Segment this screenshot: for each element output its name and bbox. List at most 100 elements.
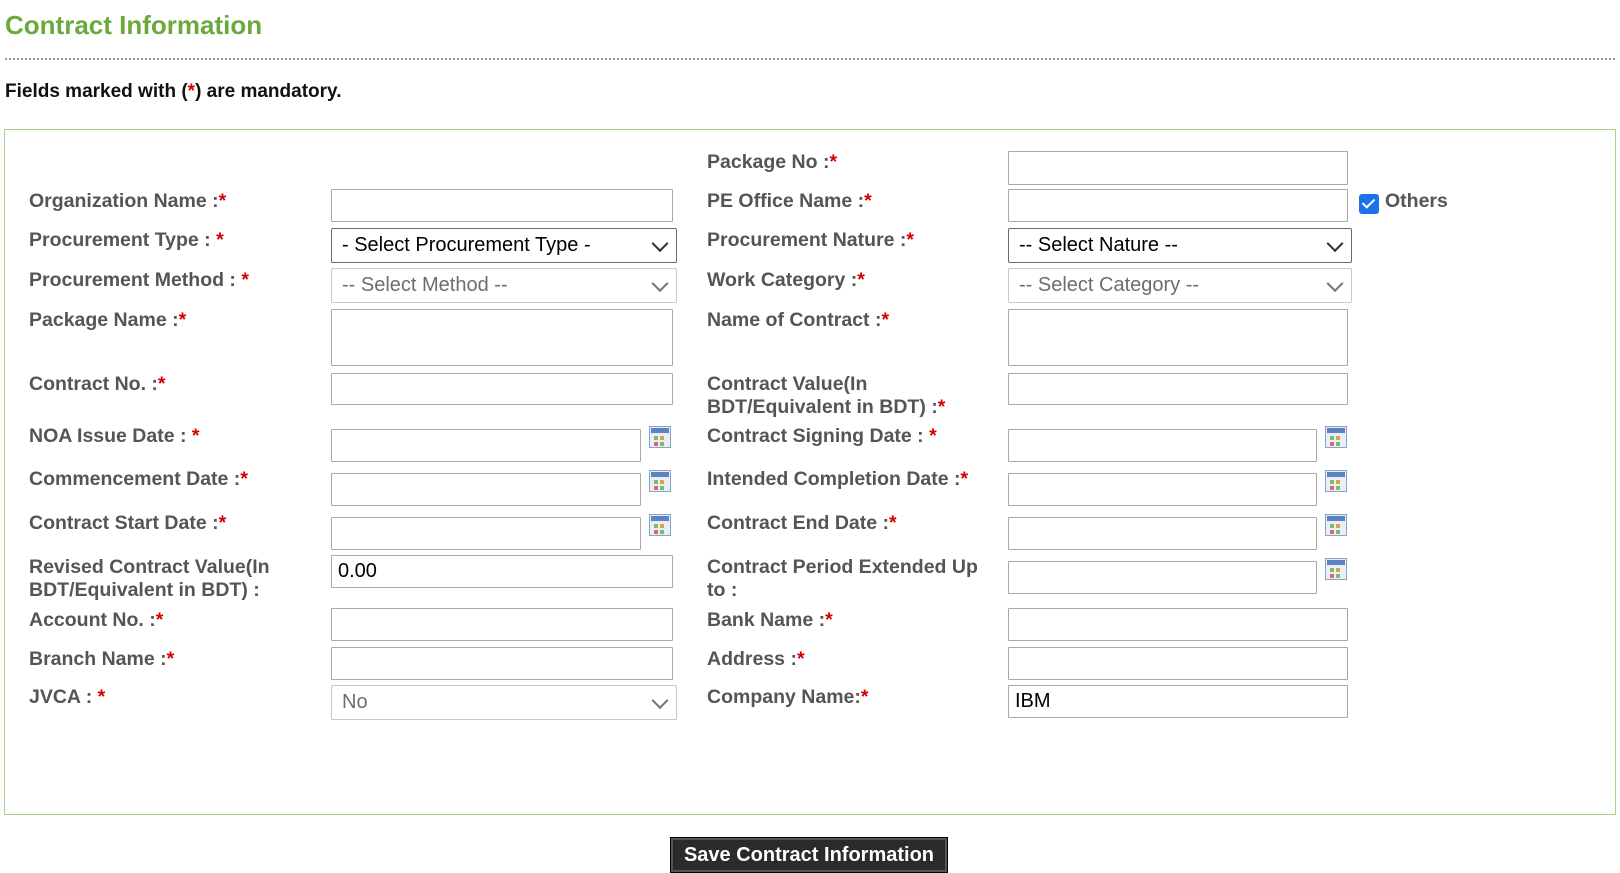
package-name-textarea[interactable] [331,309,673,366]
calendar-icon[interactable] [649,470,671,492]
procurement-nature-select[interactable]: -- Select Nature -- [1008,228,1352,263]
organization-name-input[interactable] [331,189,673,222]
calendar-cell [660,530,664,534]
revised-contract-value-label: Revised Contract Value(In BDT/Equivalent … [29,556,270,602]
package-no-input[interactable] [1008,151,1348,185]
contract-end-date-label-text: Contract End Date : [707,512,890,534]
procurement-type-label-text: Procurement Type : [29,229,217,251]
procurement-method-select[interactable]: -- Select Method -- [331,268,677,303]
calendar-cell [1336,524,1340,528]
noa-issue-date-input[interactable] [331,429,641,462]
work-category-select[interactable]: -- Select Category -- [1008,268,1352,303]
calendar-cell [1336,574,1340,578]
contract-period-extended-input[interactable] [1008,561,1317,594]
required-mark: * [860,686,869,708]
chevron-down-icon [1326,274,1344,292]
required-mark: * [796,648,805,670]
package-name-label-text: Package Name : [29,309,179,331]
contract-signing-date-label-text: Contract Signing Date : [707,425,930,447]
calendar-icon[interactable] [1325,514,1347,536]
intended-completion-date-label: Intended Completion Date :* [707,468,968,491]
procurement-method-selected: -- Select Method -- [342,274,508,296]
contract-period-extended-label-line1: Contract Period Extended Up [707,556,978,578]
required-mark: * [241,269,249,291]
address-label-text: Address : [707,648,797,670]
contract-no-label-text: Contract No. : [29,373,158,395]
contract-start-date-input[interactable] [331,517,641,550]
calendar-cell [654,486,658,490]
package-name-label: Package Name :* [29,309,186,332]
bank-name-input[interactable] [1008,608,1348,641]
pe-office-name-label-text: PE Office Name : [707,190,865,212]
jvca-select[interactable]: No [331,685,677,720]
calendar-header [1327,560,1345,565]
contract-value-label-line2: BDT/Equivalent in BDT) : [707,396,938,418]
required-mark: * [906,229,914,251]
calendar-cell [654,480,658,484]
calendar-icon[interactable] [1325,426,1347,448]
account-no-label: Account No. :* [29,609,163,632]
commencement-date-input[interactable] [331,473,641,506]
calendar-header [651,472,669,477]
required-mark: * [166,648,175,670]
calendar-cell [1330,524,1334,528]
calendar-cell [660,436,664,440]
page-title: Contract Information [5,10,263,40]
mandatory-note-suffix: ) are mandatory. [195,81,342,102]
contract-period-extended-label: Contract Period Extended Up to : [707,556,978,602]
mandatory-note-star: * [187,81,196,102]
calendar-cell [1330,442,1334,446]
save-contract-information-button[interactable]: Save Contract Information [670,837,948,873]
contract-start-date-label: Contract Start Date :* [29,512,226,535]
procurement-type-select[interactable]: - Select Procurement Type - [331,228,677,263]
branch-name-input[interactable] [331,647,673,680]
calendar-cell [1336,480,1340,484]
calendar-icon[interactable] [649,426,671,448]
calendar-icon[interactable] [1325,558,1347,580]
pe-office-name-input[interactable] [1008,189,1348,222]
required-mark: * [97,686,106,708]
name-of-contract-label-text: Name of Contract : [707,309,882,331]
procurement-method-label-text: Procurement Method : [29,269,242,291]
name-of-contract-textarea[interactable] [1008,309,1348,366]
address-input[interactable] [1008,647,1348,680]
package-no-label: Package No :* [707,151,837,174]
procurement-method-label: Procurement Method : * [29,269,249,292]
account-no-input[interactable] [331,608,673,641]
calendar-cell [654,442,658,446]
others-checkbox[interactable] [1359,194,1379,214]
procurement-type-label: Procurement Type : * [29,229,224,252]
company-name-label: Company Name:* [707,686,868,709]
chevron-down-icon [651,691,669,709]
organization-name-label: Organization Name :* [29,190,226,213]
required-mark: * [960,468,969,490]
address-label: Address :* [707,648,805,671]
contract-value-label-line1: Contract Value(In [707,373,868,395]
jvca-label: JVCA : * [29,686,105,709]
contract-end-date-input[interactable] [1008,517,1317,550]
noa-issue-date-label: NOA Issue Date : * [29,425,200,448]
required-mark: * [929,425,937,447]
calendar-cell [1336,436,1340,440]
calendar-cell [654,436,658,440]
pe-office-name-label: PE Office Name :* [707,190,872,213]
required-mark: * [240,468,248,490]
intended-completion-date-label-text: Intended Completion Date : [707,468,961,490]
contract-no-input[interactable] [331,373,673,405]
company-name-input[interactable] [1008,685,1348,718]
calendar-icon[interactable] [649,514,671,536]
revised-contract-value-input[interactable] [331,555,673,588]
contract-signing-date-input[interactable] [1008,429,1317,462]
branch-name-label: Branch Name :* [29,648,174,671]
others-checkbox-label: Others [1385,190,1448,212]
calendar-icon[interactable] [1325,470,1347,492]
calendar-cell [660,486,664,490]
contract-value-input[interactable] [1008,373,1348,405]
calendar-header [1327,428,1345,433]
account-no-label-text: Account No. : [29,609,156,631]
work-category-label-text: Work Category : [707,269,858,291]
bank-name-label-text: Bank Name : [707,609,826,631]
required-mark: * [178,309,187,331]
intended-completion-date-input[interactable] [1008,473,1317,506]
calendar-cell [1330,530,1334,534]
